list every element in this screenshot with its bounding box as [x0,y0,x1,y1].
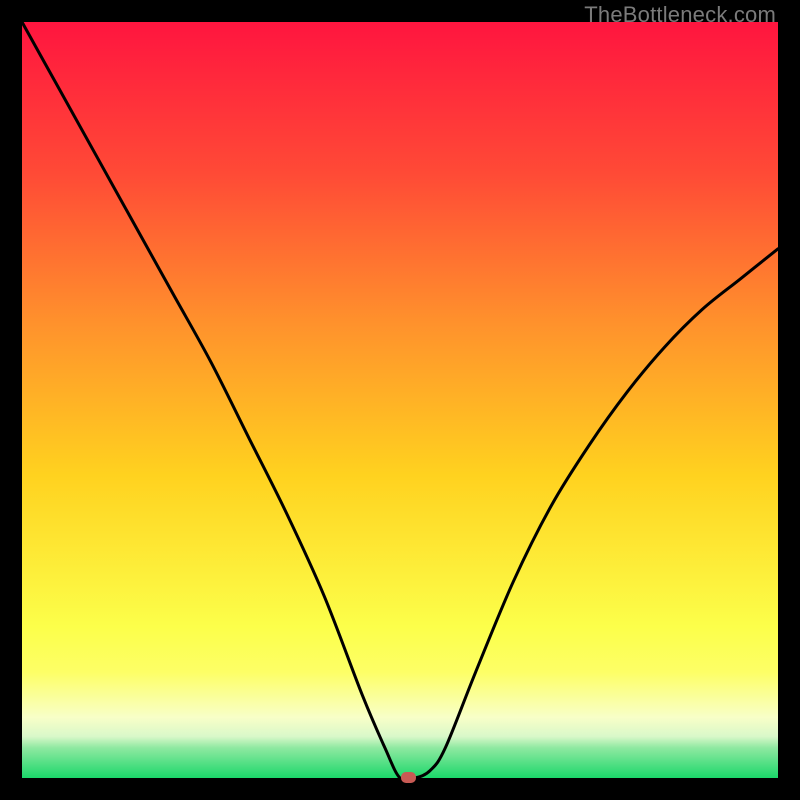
chart-frame: TheBottleneck.com [0,0,800,800]
plot-area [22,22,778,778]
bottleneck-curve [22,22,778,778]
minimum-marker-icon [401,772,416,783]
